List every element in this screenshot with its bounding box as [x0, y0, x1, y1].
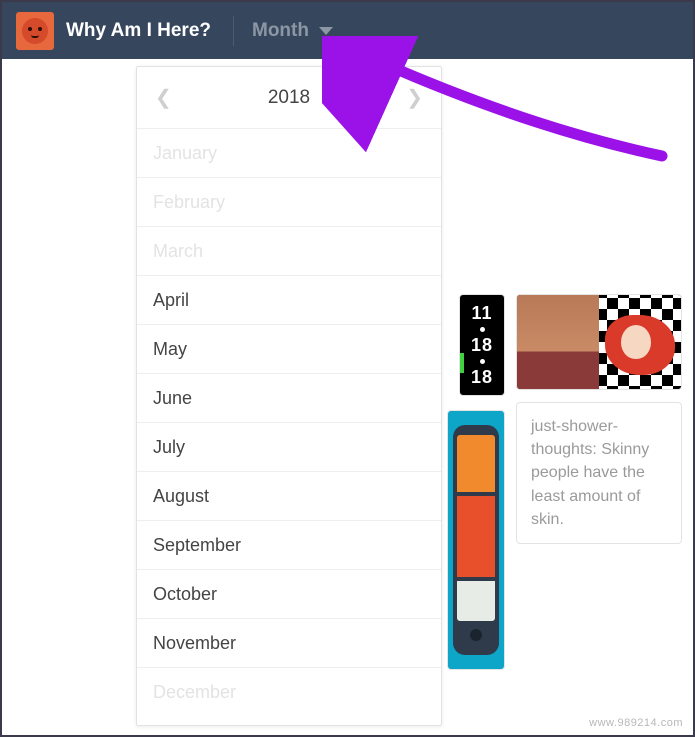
month-label: August — [153, 486, 209, 507]
blog-title[interactable]: Why Am I Here? — [66, 20, 211, 42]
date-year: 18 — [471, 367, 493, 388]
post-image-card[interactable] — [516, 294, 682, 390]
month-label: June — [153, 388, 192, 409]
dot-icon — [480, 327, 485, 332]
month-label: November — [153, 633, 236, 654]
post-date-card[interactable]: 11 18 18 — [459, 294, 505, 396]
post-text-content: just-shower-thoughts: Skinny people have… — [531, 418, 649, 528]
app-header: Why Am I Here? Month — [2, 2, 693, 59]
month-item-november[interactable]: November — [137, 619, 441, 668]
month-item-august[interactable]: August — [137, 472, 441, 521]
month-item-september[interactable]: September — [137, 521, 441, 570]
month-item-february: February — [137, 178, 441, 227]
month-item-april[interactable]: April — [137, 276, 441, 325]
date-day: 11 — [471, 303, 492, 324]
month-picker-panel: ❮ 2018 ❯ January February March April May Jun… — [136, 66, 442, 726]
dot-icon — [480, 359, 485, 364]
month-label: February — [153, 192, 225, 213]
month-item-may[interactable]: May — [137, 325, 441, 374]
next-year-button[interactable]: ❯ — [406, 85, 423, 110]
month-label: April — [153, 290, 189, 311]
blog-avatar[interactable] — [16, 12, 54, 50]
month-label: March — [153, 241, 203, 262]
month-label: October — [153, 584, 217, 605]
month-label: September — [153, 535, 241, 556]
watermark: www.989214.com — [589, 717, 683, 729]
year-label: 2018 — [268, 87, 310, 109]
date-month: 18 — [471, 335, 493, 356]
month-label: July — [153, 437, 185, 458]
avatar-face-icon — [22, 18, 48, 44]
post-text-card[interactable]: just-shower-thoughts: Skinny people have… — [516, 402, 682, 544]
month-label: December — [153, 682, 236, 703]
month-label: January — [153, 143, 217, 164]
month-item-january: January — [137, 129, 441, 178]
header-divider — [233, 16, 234, 46]
month-item-july[interactable]: July — [137, 423, 441, 472]
month-dropdown-label: Month — [252, 20, 309, 42]
phone-icon — [453, 425, 499, 655]
cartoon-right-icon — [599, 295, 681, 389]
post-phone-card[interactable] — [447, 410, 505, 670]
cartoon-left-icon — [517, 295, 599, 389]
year-row: ❮ 2018 ❯ — [137, 67, 441, 129]
chevron-down-icon — [319, 27, 333, 35]
month-label: May — [153, 339, 187, 360]
month-item-june[interactable]: June — [137, 374, 441, 423]
month-item-october[interactable]: October — [137, 570, 441, 619]
month-dropdown[interactable]: Month — [252, 20, 333, 42]
month-item-december: December — [137, 668, 441, 717]
month-item-march: March — [137, 227, 441, 276]
prev-year-button[interactable]: ❮ — [155, 85, 172, 110]
